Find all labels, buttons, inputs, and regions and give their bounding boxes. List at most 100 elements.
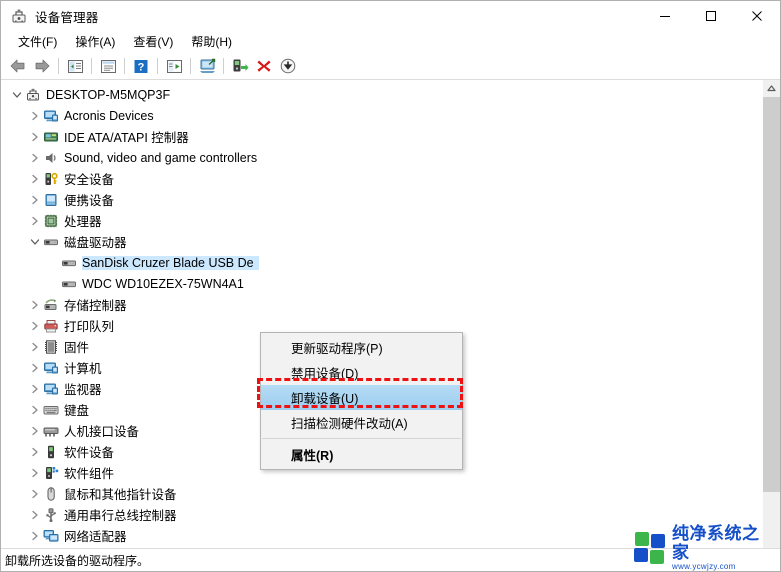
usb-icon	[43, 507, 59, 523]
svg-text:?: ?	[138, 61, 145, 73]
tree-item-label: 存储控制器	[64, 299, 127, 313]
tree-item-label: 处理器	[64, 215, 102, 229]
status-text: 卸载所选设备的驱动程序。	[5, 553, 150, 568]
tree-item-label: 便携设备	[64, 194, 115, 208]
chevron-right-icon[interactable]	[27, 294, 43, 315]
monitor-blue-icon	[43, 108, 59, 124]
toolbar-separator	[124, 58, 125, 74]
ctx-update-driver[interactable]: 更新驱动程序(P)	[261, 335, 462, 360]
tree-item-label: 软件设备	[64, 446, 115, 460]
menu-help[interactable]: 帮助(H)	[182, 31, 241, 53]
tree-item-label: 网络适配器	[64, 530, 127, 544]
chevron-right-icon[interactable]	[27, 105, 43, 126]
disable-device-button[interactable]	[277, 55, 299, 77]
tree-item-label: 通用串行总线控制器	[64, 509, 177, 523]
tree-item-label: 键盘	[64, 404, 90, 418]
chevron-right-icon[interactable]	[27, 168, 43, 189]
monitor-blue-icon	[43, 381, 59, 397]
chevron-right-icon[interactable]	[27, 441, 43, 462]
keyboard-icon	[43, 402, 59, 418]
menu-file[interactable]: 文件(F)	[9, 31, 66, 53]
tree-item-label: WDC WD10EZEX-75WN4A1	[82, 276, 244, 291]
tree-item-label: 固件	[64, 341, 90, 355]
tree-item-4[interactable]: 便携设备	[1, 189, 762, 210]
chevron-down-icon[interactable]	[27, 231, 43, 252]
tree-item-7[interactable]: SanDisk Cruzer Blade USB De	[1, 252, 762, 273]
device-manager-icon	[10, 7, 28, 25]
chevron-right-icon[interactable]	[27, 126, 43, 147]
speaker-icon	[43, 150, 59, 166]
chevron-right-icon[interactable]	[27, 504, 43, 525]
toolbar-separator	[190, 58, 191, 74]
toolbar-separator	[91, 58, 92, 74]
tree-item-2[interactable]: Sound, video and game controllers	[1, 147, 762, 168]
vertical-scrollbar[interactable]	[762, 80, 780, 548]
tree-item-3[interactable]: 安全设备	[1, 168, 762, 189]
view-details-button[interactable]	[163, 55, 185, 77]
close-button[interactable]	[734, 1, 780, 31]
uninstall-device-button[interactable]	[253, 55, 275, 77]
tree-item-19[interactable]: 通用串行总线控制器	[1, 504, 762, 525]
tree-item-label: 人机接口设备	[64, 425, 140, 439]
chevron-right-icon[interactable]	[27, 462, 43, 483]
chevron-right-icon[interactable]	[27, 546, 43, 548]
window-controls	[642, 1, 780, 31]
tree-item-label: DESKTOP-M5MQP3F	[46, 87, 171, 102]
help-button[interactable]: ?	[130, 55, 152, 77]
monitor-blue-icon	[43, 360, 59, 376]
chevron-right-icon[interactable]	[27, 420, 43, 441]
no-expander	[45, 273, 61, 294]
tree-item-label: 计算机	[64, 362, 102, 376]
minimize-button[interactable]	[642, 1, 688, 31]
tree-item-8[interactable]: WDC WD10EZEX-75WN4A1	[1, 273, 762, 294]
tree-item-5[interactable]: 处理器	[1, 210, 762, 231]
scroll-up-button[interactable]	[763, 80, 780, 97]
menu-action[interactable]: 操作(A)	[66, 31, 124, 53]
tree-item-1[interactable]: IDE ATA/ATAPI 控制器	[1, 126, 762, 147]
tree-item-18[interactable]: 鼠标和其他指针设备	[1, 483, 762, 504]
menu-bar: 文件(F) 操作(A) 查看(V) 帮助(H)	[1, 31, 780, 53]
tree-item-0[interactable]: Acronis Devices	[1, 105, 762, 126]
device-tree[interactable]: DESKTOP-M5MQP3F Acronis Devices IDE ATA/AT…	[1, 80, 762, 548]
title-bar: 设备管理器	[1, 1, 780, 31]
scan-hardware-changes-button[interactable]	[196, 55, 218, 77]
back-button[interactable]	[7, 55, 29, 77]
chevron-right-icon[interactable]	[27, 399, 43, 420]
chevron-right-icon[interactable]	[27, 357, 43, 378]
ctx-scan-hardware-changes[interactable]: 扫描检测硬件改动(A)	[261, 410, 462, 435]
software-device-icon	[43, 444, 59, 460]
chevron-right-icon[interactable]	[27, 189, 43, 210]
no-expander	[45, 252, 61, 273]
chevron-right-icon[interactable]	[27, 315, 43, 336]
watermark-logo-icon	[634, 531, 668, 565]
maximize-button[interactable]	[688, 1, 734, 31]
tree-root-item[interactable]: DESKTOP-M5MQP3F	[1, 84, 762, 105]
ctx-uninstall-device[interactable]: 卸载设备(U)	[261, 385, 462, 410]
chevron-down-icon[interactable]	[9, 84, 25, 105]
chevron-right-icon[interactable]	[27, 525, 43, 546]
ctx-disable-device[interactable]: 禁用设备(D)	[261, 360, 462, 385]
ctx-properties[interactable]: 属性(R)	[261, 442, 462, 467]
update-driver-button[interactable]	[229, 55, 251, 77]
show-hide-console-tree-button[interactable]	[64, 55, 86, 77]
security-key-icon	[43, 171, 59, 187]
tree-item-9[interactable]: 存储控制器	[1, 294, 762, 315]
chevron-right-icon[interactable]	[27, 483, 43, 504]
menu-view[interactable]: 查看(V)	[124, 31, 182, 53]
chevron-right-icon[interactable]	[27, 210, 43, 231]
content-area: DESKTOP-M5MQP3F Acronis Devices IDE ATA/AT…	[1, 80, 780, 548]
software-component-icon	[43, 465, 59, 481]
toolbar-separator	[223, 58, 224, 74]
chevron-right-icon[interactable]	[27, 147, 43, 168]
chevron-right-icon[interactable]	[27, 378, 43, 399]
forward-button[interactable]	[31, 55, 53, 77]
tree-item-label: 软件组件	[64, 467, 115, 481]
scroll-track[interactable]	[763, 97, 780, 548]
scroll-thumb[interactable]	[763, 97, 780, 492]
tree-item-6[interactable]: 磁盘驱动器	[1, 231, 762, 252]
properties-button[interactable]	[97, 55, 119, 77]
storage-controller-icon	[43, 297, 59, 313]
watermark-name: 纯净系统之家	[672, 524, 760, 562]
context-menu[interactable]: 更新驱动程序(P) 禁用设备(D) 卸载设备(U) 扫描检测硬件改动(A) 属性(R)	[260, 332, 463, 470]
chevron-right-icon[interactable]	[27, 336, 43, 357]
